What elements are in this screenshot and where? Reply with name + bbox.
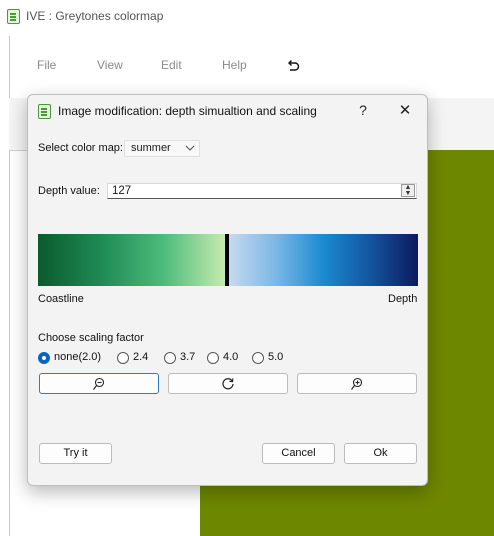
- try-it-button[interactable]: Try it: [39, 443, 112, 464]
- depth-scaling-dialog: Image modification: depth simualtion and…: [27, 94, 428, 486]
- radio-label-none: none(2.0): [54, 351, 102, 363]
- depth-value-input[interactable]: 127: [107, 183, 417, 199]
- radio-5-0[interactable]: [252, 352, 264, 364]
- radio-label-2-4: 2.4: [133, 351, 149, 363]
- zoom-out-icon: [93, 377, 105, 390]
- help-button[interactable]: ?: [355, 102, 371, 118]
- radio-label-5-0: 5.0: [268, 351, 284, 363]
- radio-none[interactable]: [38, 352, 50, 364]
- menu-file[interactable]: File: [37, 58, 56, 72]
- menu-view[interactable]: View: [97, 58, 123, 72]
- depth-marker[interactable]: [225, 234, 229, 286]
- zoom-in-icon: [351, 377, 363, 390]
- window-title: IVE : Greytones colormap: [26, 9, 164, 23]
- cancel-button[interactable]: Cancel: [262, 443, 335, 464]
- depth-gradient-preview: [38, 234, 418, 286]
- depth-gradient: [229, 234, 418, 286]
- radio-label-4-0: 4.0: [223, 351, 239, 363]
- app-window: IVE : Greytones colormap File View Edit …: [0, 0, 494, 536]
- depth-label: Depth value:: [38, 185, 100, 197]
- scaling-label: Choose scaling factor: [38, 332, 144, 344]
- coastline-label: Coastline: [38, 293, 84, 305]
- reset-zoom-button[interactable]: [168, 373, 288, 394]
- colormap-select[interactable]: summer: [124, 140, 200, 157]
- dialog-title: Image modification: depth simualtion and…: [58, 104, 317, 118]
- radio-4-0[interactable]: [207, 352, 219, 364]
- menu-edit[interactable]: Edit: [161, 58, 182, 72]
- radio-2-4[interactable]: [117, 352, 129, 364]
- zoom-out-button[interactable]: [39, 373, 159, 394]
- depth-end-label: Depth: [388, 293, 418, 305]
- refresh-icon: [222, 378, 234, 390]
- depth-spinner-icon[interactable]: ▲ ▼: [401, 184, 415, 197]
- radio-label-3-7: 3.7: [180, 351, 196, 363]
- coastline-gradient: [38, 234, 226, 286]
- ok-button[interactable]: Ok: [344, 443, 417, 464]
- app-icon: [7, 9, 20, 24]
- menubar: File View Edit Help: [0, 58, 494, 78]
- close-button[interactable]: ✕: [396, 101, 414, 119]
- colormap-value: summer: [131, 142, 171, 154]
- menu-help[interactable]: Help: [222, 58, 247, 72]
- zoom-in-button[interactable]: [297, 373, 417, 394]
- radio-3-7[interactable]: [164, 352, 176, 364]
- chevron-down-icon: [185, 141, 195, 158]
- undo-icon[interactable]: [285, 56, 301, 72]
- dialog-app-icon: [38, 104, 51, 119]
- colormap-label: Select color map:: [38, 142, 123, 154]
